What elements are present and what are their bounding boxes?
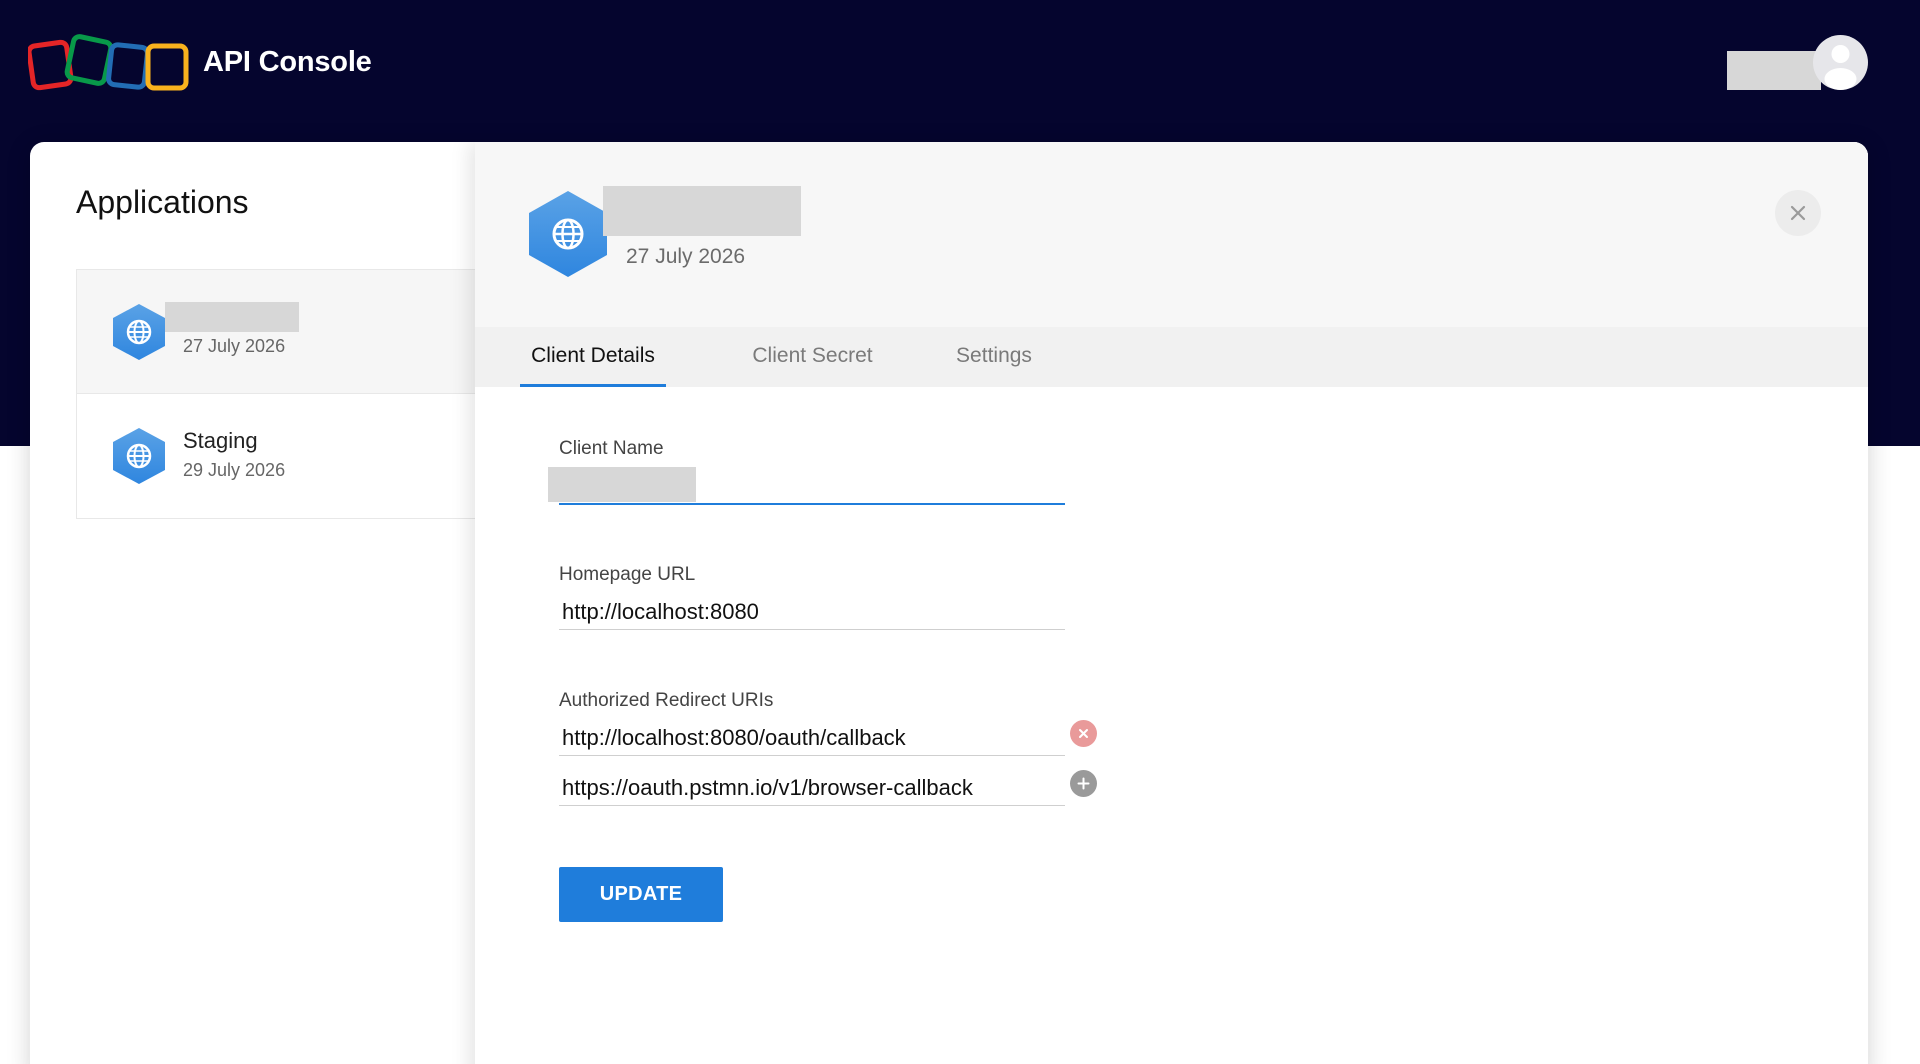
main-card: Applications 27 July 2026 Staging 29 Jul… (30, 142, 1868, 1064)
homepage-url-input[interactable] (559, 594, 1065, 630)
app-date: 27 July 2026 (183, 336, 286, 356)
homepage-url-label: Homepage URL (559, 564, 696, 585)
applications-title: Applications (76, 184, 249, 220)
remove-icon (1079, 729, 1088, 738)
app-list-item[interactable]: Staging 29 July 2026 (77, 394, 535, 518)
add-icon (1077, 777, 1090, 790)
user-icon (1824, 45, 1857, 90)
client-date: 27 July 2026 (626, 245, 746, 268)
globe-icon (113, 428, 165, 484)
globe-icon (529, 191, 607, 277)
redirect-uri-input[interactable] (559, 720, 1065, 756)
remove-uri-button[interactable] (1070, 720, 1097, 747)
close-icon (1790, 205, 1806, 221)
tab-client-secret[interactable]: Client Secret (745, 327, 880, 387)
active-tab-indicator (520, 384, 666, 387)
tab-label: Client Details (531, 344, 655, 367)
tab-settings[interactable]: Settings (945, 327, 1043, 387)
app-name-redacted (165, 302, 299, 332)
zoho-logo-icon (28, 34, 189, 91)
tab-label: Settings (956, 344, 1032, 367)
user-avatar[interactable] (1813, 35, 1868, 90)
detail-header: 27 July 2026 (475, 142, 1868, 327)
close-button[interactable] (1775, 190, 1821, 236)
tab-bar: Client Details Client Secret Settings (475, 327, 1868, 387)
app-date: 29 July 2026 (183, 460, 286, 480)
client-name-label: Client Name (559, 438, 664, 459)
client-name-value-redacted (548, 467, 696, 502)
globe-icon (113, 304, 165, 360)
redirect-uri-input[interactable] (559, 770, 1065, 806)
update-button[interactable]: UPDATE (559, 867, 723, 922)
user-name-redacted (1727, 51, 1821, 90)
app-name: Staging (183, 428, 258, 453)
client-name-redacted (603, 186, 801, 236)
redirect-uris-label: Authorized Redirect URIs (559, 690, 774, 711)
tab-client-details[interactable]: Client Details (520, 327, 666, 387)
client-detail-panel: 27 July 2026 Client Details Client Secre… (475, 142, 1868, 1064)
application-list: 27 July 2026 Staging 29 July 2026 (76, 269, 536, 519)
app-title: API Console (203, 46, 372, 78)
tab-label: Client Secret (752, 344, 873, 367)
add-uri-button[interactable] (1070, 770, 1097, 797)
app-list-item[interactable]: 27 July 2026 (77, 270, 535, 394)
